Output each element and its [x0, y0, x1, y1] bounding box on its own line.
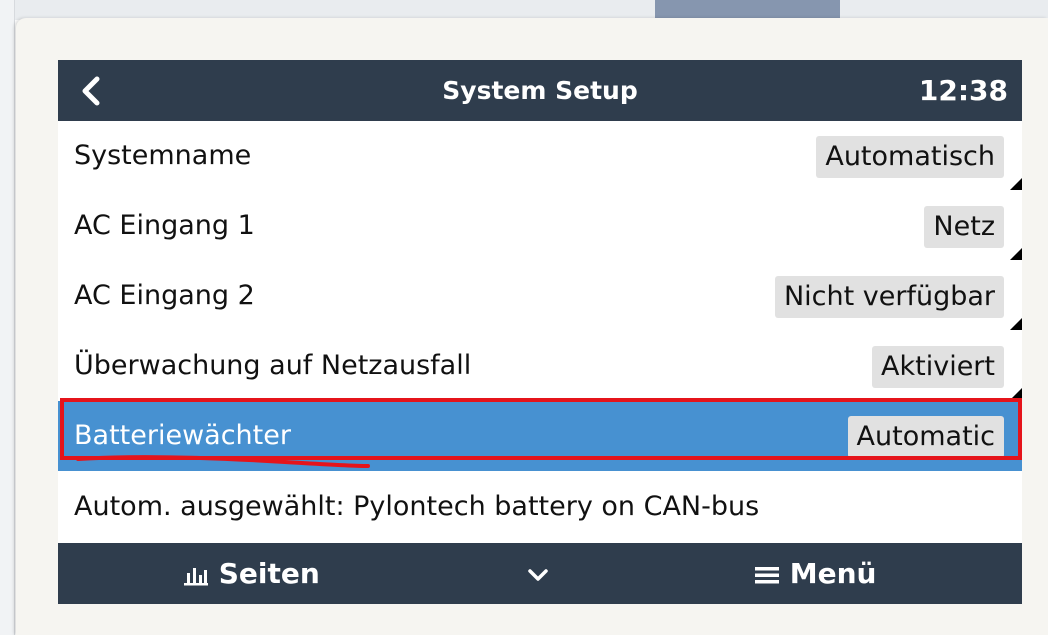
pages-button[interactable]: Seiten: [183, 543, 320, 604]
setting-label: Systemname: [74, 140, 252, 171]
setting-label: Batteriewächter: [74, 420, 291, 451]
setting-value: Automatic: [847, 416, 1004, 458]
menu-label: Menü: [789, 557, 877, 590]
setting-label: AC Eingang 2: [74, 280, 255, 311]
setting-row-battery-monitor[interactable]: Batteriewächter Automatic: [58, 401, 1022, 472]
setting-row-ac-input-2[interactable]: AC Eingang 2 Nicht verfügbar: [58, 261, 1022, 332]
setting-row-grid-failure-monitor[interactable]: Überwachung auf Netzausfall Aktiviert: [58, 331, 1022, 402]
chevron-down-icon[interactable]: [526, 543, 550, 604]
setting-value: Netz: [924, 206, 1004, 248]
hamburger-menu-icon: [754, 557, 790, 590]
menu-button[interactable]: Menü: [754, 543, 876, 604]
clock: 12:38: [918, 74, 1008, 107]
setting-value: Automatisch: [816, 136, 1004, 178]
setting-label: AC Eingang 1: [74, 210, 255, 241]
bottom-bar: Seiten Menü: [58, 543, 1022, 604]
auto-selected-info: Autom. ausgewählt: Pylontech battery on …: [74, 491, 760, 522]
submenu-corner-icon: [1010, 248, 1022, 260]
submenu-corner-icon: [1010, 388, 1022, 400]
page-title: System Setup: [442, 76, 638, 105]
setting-label: Überwachung auf Netzausfall: [74, 350, 472, 381]
setting-value: Aktiviert: [872, 346, 1004, 388]
submenu-corner-icon: [1010, 178, 1022, 190]
pages-label: Seiten: [218, 557, 320, 590]
background-element: [655, 0, 840, 18]
background-left-edge: [0, 0, 15, 635]
device-screen: System Setup 12:38 Systemname Automatisc…: [58, 60, 1022, 604]
auto-selected-info-row: Autom. ausgewählt: Pylontech battery on …: [58, 471, 1022, 543]
setting-row-systemname[interactable]: Systemname Automatisch: [58, 121, 1022, 192]
top-bar: System Setup 12:38: [58, 60, 1022, 121]
setting-row-ac-input-1[interactable]: AC Eingang 1 Netz: [58, 191, 1022, 262]
setting-value: Nicht verfügbar: [774, 276, 1004, 318]
bar-chart-icon: [183, 557, 219, 590]
background-window-strip: [0, 0, 1048, 20]
submenu-corner-icon: [1010, 318, 1022, 330]
